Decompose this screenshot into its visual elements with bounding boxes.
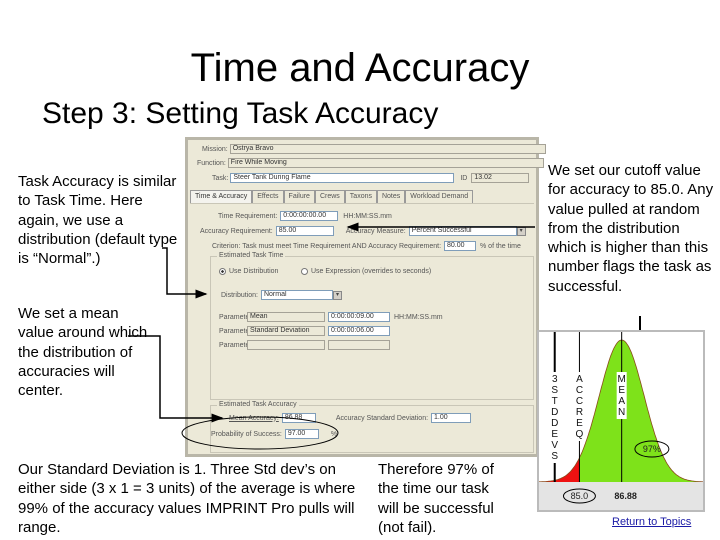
highlight-ellipse <box>181 416 339 450</box>
arrow-to-distribution <box>162 247 208 299</box>
tick-label-mean: 86.88 <box>614 491 637 501</box>
marker-label: MEAN <box>618 374 626 418</box>
marker-label: ACCREQ <box>576 374 584 440</box>
arrow-to-mean-accuracy <box>128 335 224 423</box>
marker-label: 3STDDEVS <box>551 374 558 462</box>
distribution-chart-svg: 3 S T D D E V S A C C R E Q M E A N 97% 85.0 86.88 <box>539 332 703 510</box>
tick-label-cutoff: 85.0 <box>571 491 589 501</box>
distribution-chart: 3STDDEVS ACCREQ MEAN 97% 85.0 86.88 <box>537 330 705 512</box>
probability-label: 97% <box>643 444 661 454</box>
